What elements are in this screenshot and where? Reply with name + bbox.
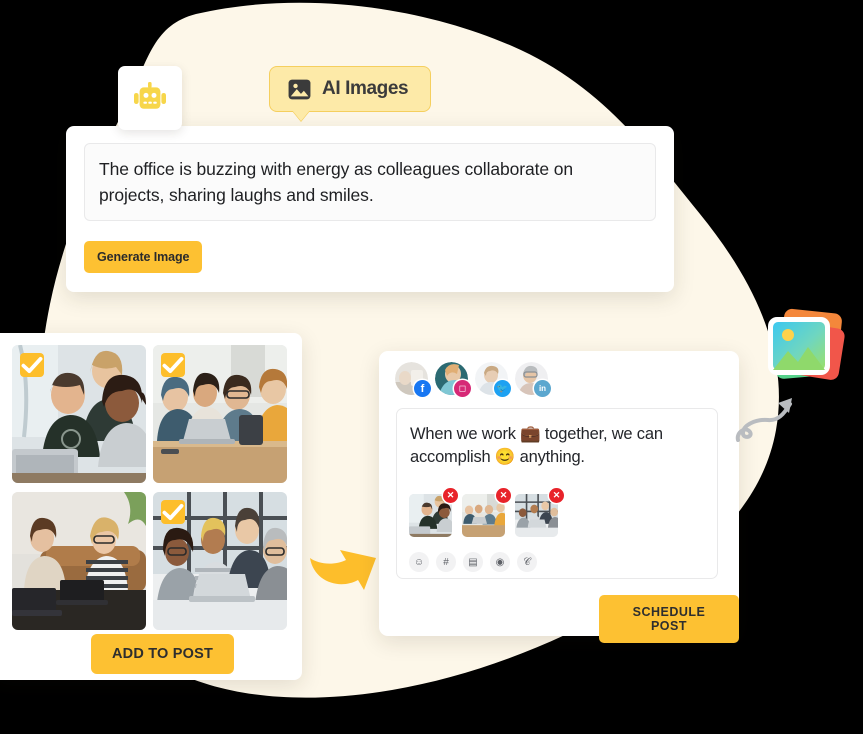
ai-robot-tile[interactable] — [118, 66, 182, 130]
hashtag-icon[interactable]: # — [436, 552, 456, 572]
ai-images-badge-label: AI Images — [322, 78, 409, 99]
photo-stack-icon — [768, 308, 845, 380]
schedule-post-button[interactable]: SCHEDULE POST — [599, 595, 739, 643]
ai-images-badge-pointer — [292, 110, 310, 121]
attachment-3[interactable]: ✕ — [515, 488, 564, 537]
generate-image-button[interactable]: Generate Image — [84, 241, 203, 273]
video-icon[interactable]: ◉ — [490, 552, 510, 572]
check-icon — [162, 356, 184, 374]
attachment-3-remove-button[interactable]: ✕ — [549, 488, 564, 503]
attachment-2-remove-button[interactable]: ✕ — [496, 488, 511, 503]
check-icon — [162, 503, 184, 521]
connected-accounts-row: f ◻ 🐦 in — [395, 362, 555, 397]
gallery-image-1[interactable] — [12, 345, 146, 483]
add-to-post-button[interactable]: ADD TO POST — [91, 634, 235, 674]
emoji-icon[interactable]: ☺ — [409, 552, 429, 572]
composer-toolbar: ☺ # ▤ ◉ 𝒞 — [409, 552, 537, 572]
attachment-2[interactable]: ✕ — [462, 488, 511, 537]
attachment-1[interactable]: ✕ — [409, 488, 458, 537]
image-prompt-input[interactable]: The office is buzzing with energy as col… — [84, 143, 656, 221]
gallery-image-4-checkbox[interactable] — [161, 500, 185, 524]
post-text-input[interactable]: When we work 💼 together, we can accompli… — [410, 423, 705, 469]
instagram-badge: ◻ — [454, 380, 471, 397]
illustration-canvas: The office is buzzing with energy as col… — [0, 0, 863, 734]
gallery-image-2[interactable] — [153, 345, 287, 483]
gallery-image-3[interactable] — [12, 492, 146, 630]
gallery-image-4[interactable] — [153, 492, 287, 630]
attachment-1-remove-button[interactable]: ✕ — [443, 488, 458, 503]
account-instagram[interactable]: ◻ — [435, 362, 471, 397]
post-composer-panel: f ◻ 🐦 in When we work 💼 together, we can… — [379, 351, 739, 643]
gallery-image-1-checkbox[interactable] — [20, 353, 44, 377]
account-twitter[interactable]: 🐦 — [475, 362, 511, 397]
generated-images-grid — [12, 345, 287, 630]
gallery-image-2-checkbox[interactable] — [161, 353, 185, 377]
generated-images-panel: ADD TO POST — [0, 333, 302, 680]
post-editor-box: When we work 💼 together, we can accompli… — [396, 408, 718, 579]
image-icon — [288, 79, 311, 99]
linkedin-badge: in — [534, 380, 551, 397]
account-linkedin[interactable]: in — [515, 362, 551, 397]
curved-arrow-right-icon — [310, 550, 376, 590]
robot-icon — [134, 82, 166, 109]
post-attachments-row: ✕ ✕ ✕ — [409, 488, 564, 537]
image-icon[interactable]: ▤ — [463, 552, 483, 572]
ai-image-generator-card: The office is buzzing with energy as col… — [66, 126, 674, 292]
check-icon — [21, 356, 43, 374]
account-facebook[interactable]: f — [395, 362, 431, 397]
curly-arrow-up-right-icon — [735, 398, 792, 442]
facebook-badge: f — [414, 380, 431, 397]
ai-images-badge[interactable]: AI Images — [269, 66, 431, 112]
twitter-badge: 🐦 — [494, 380, 511, 397]
link-icon[interactable]: 𝒞 — [517, 552, 537, 572]
